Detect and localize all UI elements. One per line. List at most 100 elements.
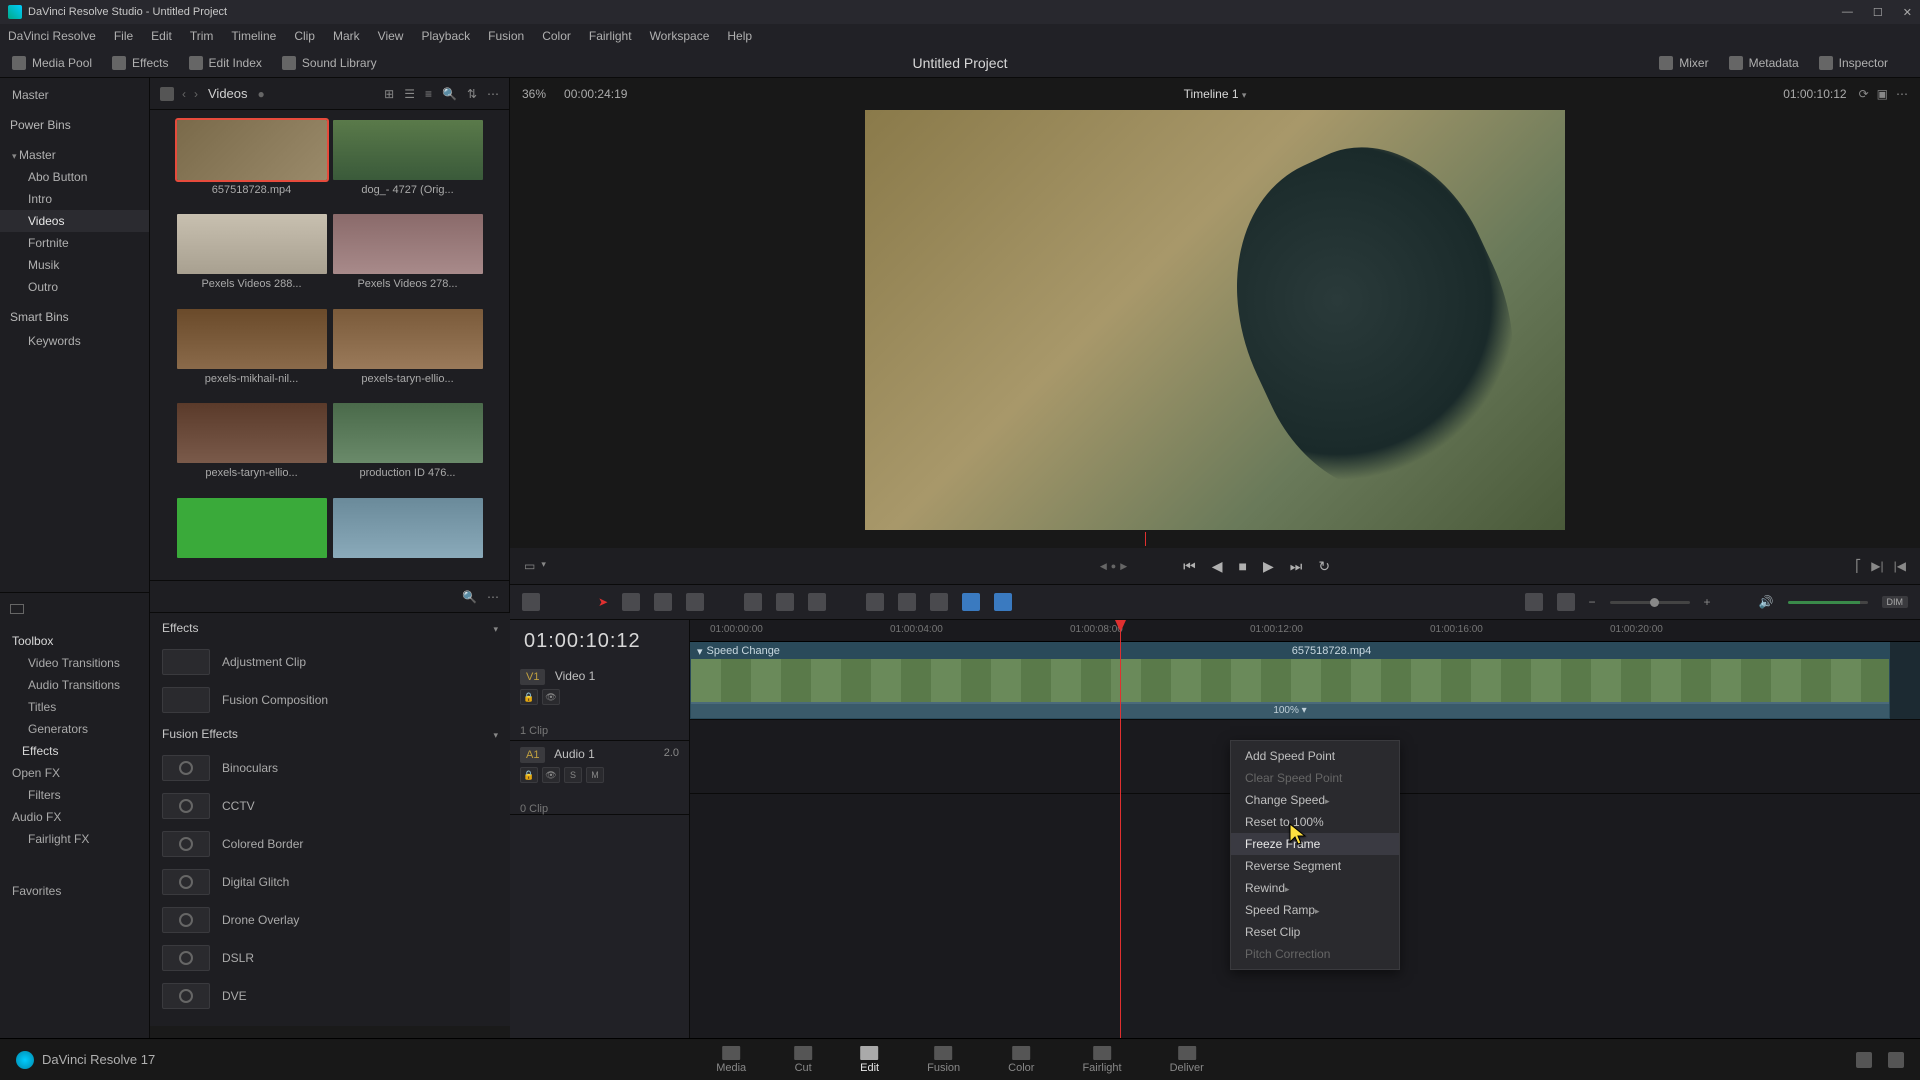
mixer-toggle[interactable]: Mixer xyxy=(1659,56,1708,70)
goto-start-button[interactable]: ⏮ xyxy=(1183,558,1196,575)
play-reverse-button[interactable]: ◀ xyxy=(1212,558,1223,575)
media-thumb-0[interactable]: 657518728.mp4 xyxy=(177,120,327,204)
page-cut[interactable]: Cut xyxy=(794,1046,812,1074)
menu-trim[interactable]: Trim xyxy=(190,29,214,43)
effect-fusion-composition[interactable]: Fusion Composition xyxy=(150,681,510,719)
menu-fairlight[interactable]: Fairlight xyxy=(589,29,632,43)
media-pool-toggle[interactable]: Media Pool xyxy=(12,56,92,70)
tree-generators[interactable]: Generators xyxy=(0,718,149,740)
bin-layout-icon[interactable] xyxy=(160,87,174,101)
view-list-icon[interactable]: ≡ xyxy=(425,87,432,101)
menu-fusion[interactable]: Fusion xyxy=(488,29,524,43)
track-a1-lock[interactable]: 🔒 xyxy=(520,767,538,783)
track-a1-mute[interactable]: M xyxy=(586,767,604,783)
effect-digital-glitch[interactable]: Digital Glitch xyxy=(150,863,510,901)
insert-clip-icon[interactable] xyxy=(744,593,762,611)
bin-keywords[interactable]: Keywords xyxy=(0,330,149,352)
viewer-canvas[interactable] xyxy=(865,110,1565,530)
home-button[interactable] xyxy=(1856,1052,1872,1068)
edit-index-toggle[interactable]: Edit Index xyxy=(189,56,262,70)
track-a1-disable[interactable]: 👁 xyxy=(542,767,560,783)
goto-out-icon[interactable]: |◀ xyxy=(1894,559,1906,573)
effects-toggle[interactable]: Effects xyxy=(112,56,168,70)
media-thumb-7[interactable]: production ID 476... xyxy=(333,403,483,487)
view-strip-icon[interactable]: ☰ xyxy=(404,87,415,101)
effect-cctv[interactable]: CCTV xyxy=(150,787,510,825)
ctx-reverse-segment[interactable]: Reverse Segment xyxy=(1231,855,1399,877)
media-thumb-9[interactable] xyxy=(333,498,483,570)
stop-button[interactable]: ■ xyxy=(1239,558,1247,574)
zoom-out-icon[interactable]: − xyxy=(1589,595,1596,609)
marker-icon[interactable] xyxy=(994,593,1012,611)
play-button[interactable]: ▶ xyxy=(1263,558,1274,575)
overlay-menu-icon[interactable]: ▾ xyxy=(541,559,546,573)
tree-titles[interactable]: Titles xyxy=(0,696,149,718)
bin-master-root[interactable]: Master xyxy=(0,84,149,106)
zoom-slider[interactable] xyxy=(1610,601,1690,604)
track-a1-solo[interactable]: S xyxy=(564,767,582,783)
effect-adjustment-clip[interactable]: Adjustment Clip xyxy=(150,643,510,681)
goto-end-button[interactable]: ⏭ xyxy=(1290,558,1303,575)
media-thumb-4[interactable]: pexels-mikhail-nil... xyxy=(177,309,327,393)
volume-icon[interactable]: 🔊 xyxy=(1759,595,1774,609)
menu-file[interactable]: File xyxy=(114,29,133,43)
ctx-add-speed-point[interactable]: Add Speed Point xyxy=(1231,745,1399,767)
track-v1-lock[interactable]: 🔒 xyxy=(520,689,538,705)
transform-overlay-icon[interactable]: ▭ xyxy=(524,559,535,573)
page-fairlight[interactable]: Fairlight xyxy=(1082,1046,1121,1074)
dyn-trim-icon[interactable] xyxy=(654,593,672,611)
media-more-icon[interactable]: ⋯ xyxy=(487,590,499,604)
tree-effects[interactable]: Effects xyxy=(0,740,149,762)
ctx-freeze-frame[interactable]: Freeze Frame xyxy=(1231,833,1399,855)
bin-abo-button[interactable]: Abo Button xyxy=(0,166,149,188)
trim-tool-icon[interactable] xyxy=(622,593,640,611)
bin-intro[interactable]: Intro xyxy=(0,188,149,210)
media-search-icon[interactable]: 🔍 xyxy=(462,590,477,604)
ctx-speed-ramp[interactable]: Speed Ramp xyxy=(1231,899,1399,921)
media-thumb-1[interactable]: dog_- 4727 (Orig... xyxy=(333,120,483,204)
media-thumb-3[interactable]: Pexels Videos 278... xyxy=(333,214,483,298)
nav-back-icon[interactable]: ‹ xyxy=(182,87,186,101)
menu-workspace[interactable]: Workspace xyxy=(650,29,710,43)
menu-edit[interactable]: Edit xyxy=(151,29,172,43)
link-icon[interactable] xyxy=(898,593,916,611)
goto-in-icon[interactable]: ▶| xyxy=(1871,559,1883,573)
inspector-toggle[interactable]: Inspector xyxy=(1819,56,1888,70)
zoom-search-icon[interactable] xyxy=(1525,593,1543,611)
tree-video-transitions[interactable]: Video Transitions xyxy=(0,652,149,674)
tree-fairlightfx[interactable]: Fairlight FX xyxy=(0,828,149,850)
menu-timeline[interactable]: Timeline xyxy=(231,29,276,43)
viewer-opts-icon[interactable]: ⋯ xyxy=(1896,87,1908,101)
tree-favorites[interactable]: Favorites xyxy=(0,880,149,902)
bin-outro[interactable]: Outro xyxy=(0,276,149,298)
track-a1-tag[interactable]: A1 xyxy=(520,747,545,763)
replace-clip-icon[interactable] xyxy=(808,593,826,611)
selection-tool-icon[interactable]: ➤ xyxy=(598,595,608,609)
effect-binoculars[interactable]: Binoculars xyxy=(150,749,510,787)
ctx-reset-clip[interactable]: Reset Clip xyxy=(1231,921,1399,943)
timeline-name[interactable]: Timeline 1 ▾ xyxy=(1184,87,1247,101)
bypass-icon[interactable]: ⟳ xyxy=(1859,87,1869,101)
match-frame-next-icon[interactable]: ▶ xyxy=(1120,561,1127,572)
mark-in-icon[interactable]: ⎡ xyxy=(1855,559,1861,573)
sort-icon[interactable]: ⇅ xyxy=(467,87,477,101)
ctx-change-speed[interactable]: Change Speed xyxy=(1231,789,1399,811)
page-edit[interactable]: Edit xyxy=(860,1046,879,1074)
page-deliver[interactable]: Deliver xyxy=(1170,1046,1204,1074)
media-thumb-6[interactable]: pexels-taryn-ellio... xyxy=(177,403,327,487)
loop-button[interactable]: ↻ xyxy=(1318,558,1330,575)
snap-icon[interactable] xyxy=(866,593,884,611)
menu-color[interactable]: Color xyxy=(542,29,571,43)
ctx-rewind[interactable]: Rewind xyxy=(1231,877,1399,899)
menu-clip[interactable]: Clip xyxy=(294,29,315,43)
page-media[interactable]: Media xyxy=(716,1046,746,1074)
media-thumb-2[interactable]: Pexels Videos 288... xyxy=(177,214,327,298)
dual-view-icon[interactable]: ▣ xyxy=(1877,87,1888,101)
bin-videos[interactable]: Videos xyxy=(0,210,149,232)
retime-speed-bar[interactable]: 100% ▾ xyxy=(691,704,1889,718)
view-grid-icon[interactable]: ⊞ xyxy=(384,87,394,101)
menu-playback[interactable]: Playback xyxy=(421,29,470,43)
media-pool-collapse-icon[interactable] xyxy=(10,604,24,614)
zoom-level[interactable]: 36% xyxy=(522,87,546,101)
bin-musik[interactable]: Musik xyxy=(0,254,149,276)
